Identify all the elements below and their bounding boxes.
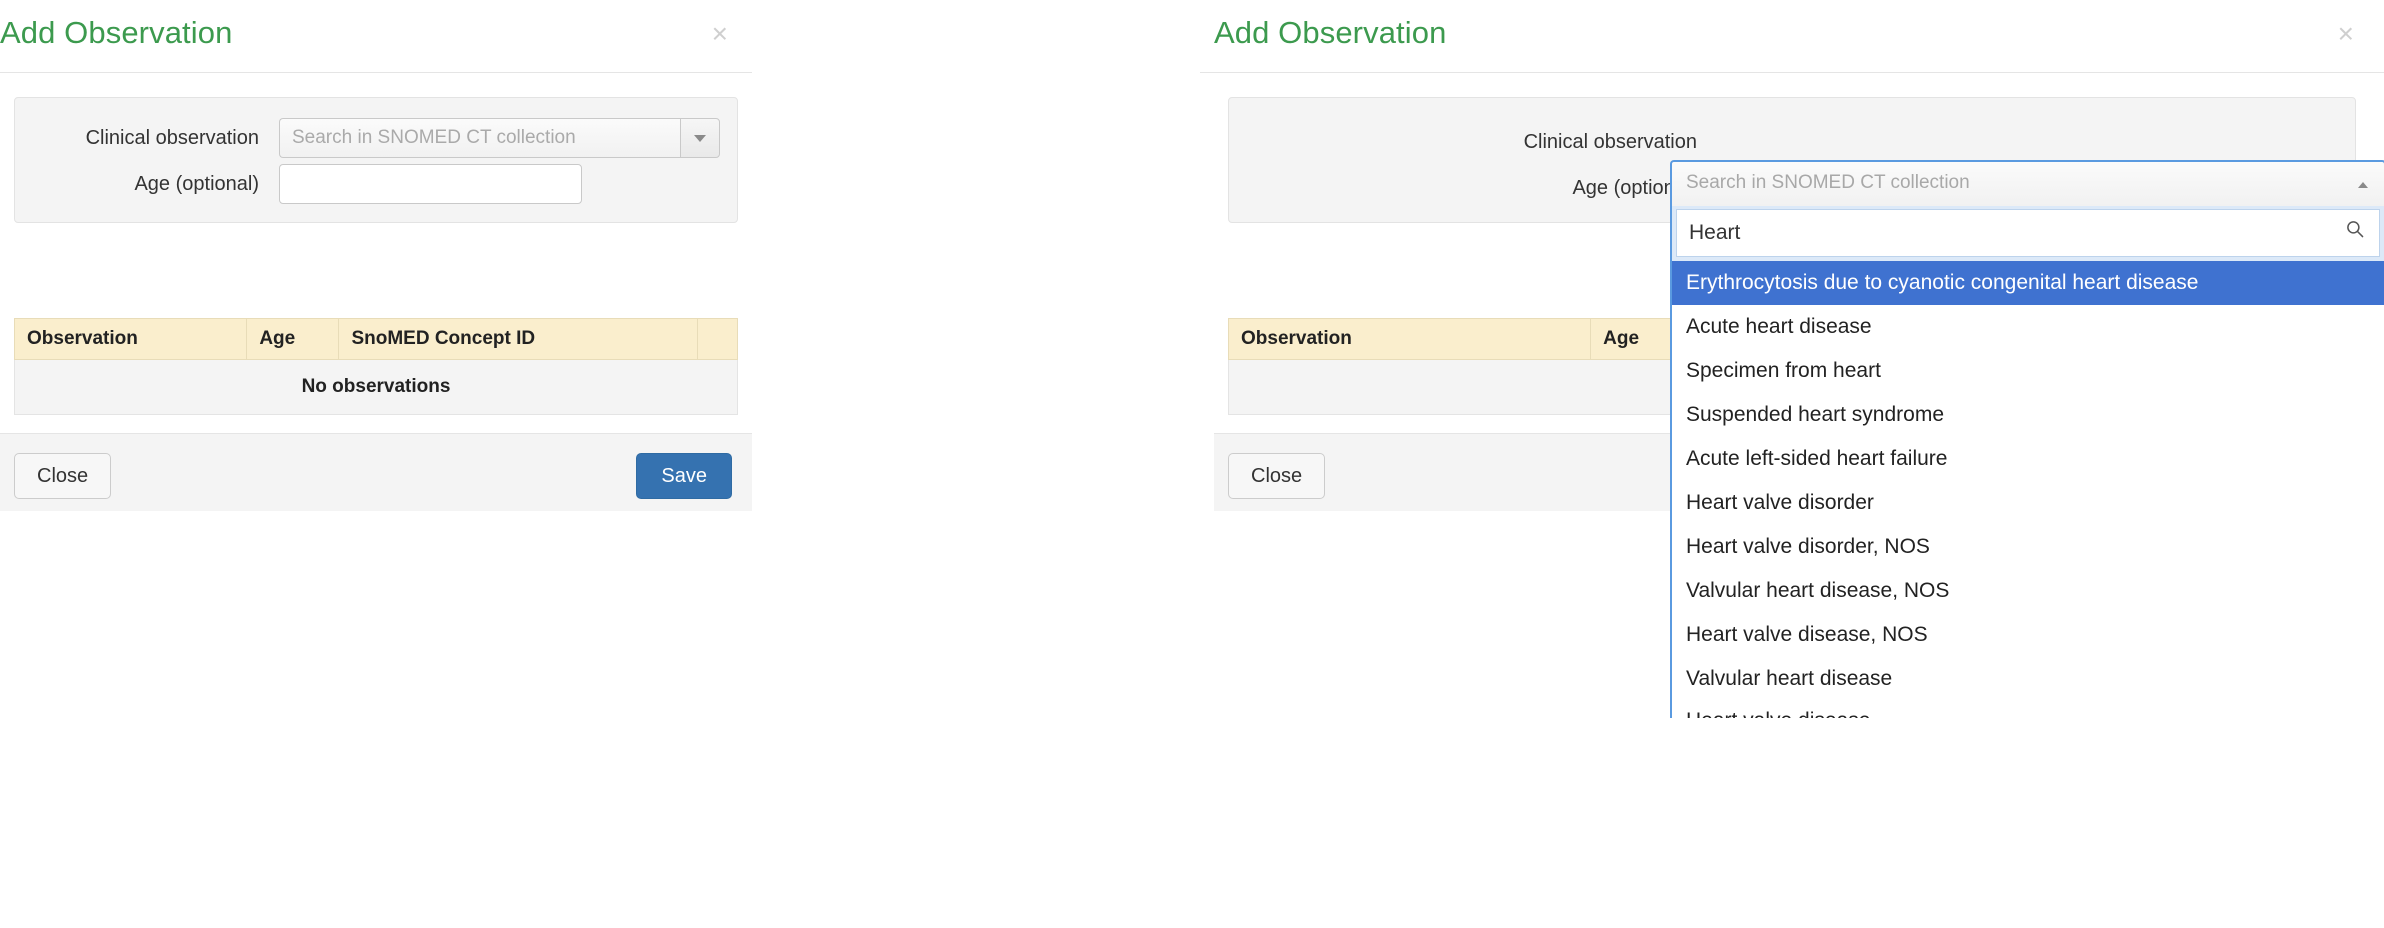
typeahead-face[interactable]: Search in SNOMED CT collection	[1670, 160, 2384, 206]
typeahead-option-list[interactable]: Erythrocytosis due to cyanotic congenita…	[1670, 261, 2384, 718]
clinical-observation-typeahead[interactable]: Search in SNOMED CT collection Erythrocy…	[1670, 160, 2384, 718]
modal-footer: Close Save	[0, 433, 752, 511]
typeahead-option[interactable]: Acute left-sided heart failure	[1672, 437, 2384, 481]
typeahead-option[interactable]: Heart valve disorder	[1672, 481, 2384, 525]
typeahead-option[interactable]: Erythrocytosis due to cyanotic congenita…	[1672, 261, 2384, 305]
observation-form: Clinical observation Search in SNOMED CT…	[14, 97, 738, 223]
clinical-observation-row: Clinical observation Search in SNOMED CT…	[15, 118, 737, 158]
page-title: Add Observation	[1214, 15, 1447, 50]
typeahead-option[interactable]: Heart valve disease, NOS	[1672, 613, 2384, 657]
chevron-down-icon	[694, 135, 706, 142]
typeahead-option[interactable]: Heart valve disorder, NOS	[1672, 525, 2384, 569]
typeahead-option[interactable]: Valvular heart disease	[1672, 657, 2384, 701]
modal-header: Add Observation ×	[1200, 0, 2384, 73]
age-row: Age (optional)	[15, 164, 737, 204]
clinical-observation-label: Clinical observation	[85, 127, 259, 149]
typeahead-search-wrapper	[1670, 206, 2384, 261]
close-button[interactable]: Close	[1228, 453, 1326, 499]
dropdown-toggle-button[interactable]	[680, 118, 720, 158]
typeahead-option[interactable]: Specimen from heart	[1672, 349, 2384, 393]
typeahead-option-partial[interactable]: Heart valve disease	[1672, 701, 2384, 718]
add-observation-modal-dropdown-open: Add Observation × Clinical observation A…	[1200, 0, 2384, 511]
age-input[interactable]	[279, 164, 582, 204]
table-header-row: Observation Age SnoMED Concept ID	[13, 318, 739, 360]
add-observation-modal-default: Add Observation × Clinical observation S…	[0, 0, 752, 511]
typeahead-option[interactable]: Acute heart disease	[1672, 305, 2384, 349]
clinical-observation-select[interactable]: Search in SNOMED CT collection	[279, 118, 720, 158]
column-header-observation: Observation	[13, 318, 248, 360]
observations-table: Observation Age SnoMED Concept ID No obs…	[13, 318, 739, 415]
no-observations-text: No observations	[14, 359, 738, 415]
table-row: No observations	[14, 359, 738, 415]
clinical-observation-placeholder: Search in SNOMED CT collection	[279, 118, 680, 158]
typeahead-option[interactable]: Suspended heart syndrome	[1672, 393, 2384, 437]
column-header-age: Age	[246, 318, 340, 360]
clinical-observation-label: Clinical observation	[1523, 131, 1697, 153]
close-icon[interactable]: ×	[2338, 20, 2354, 48]
typeahead-option[interactable]: Valvular heart disease, NOS	[1672, 569, 2384, 613]
search-input[interactable]	[1676, 209, 2380, 257]
typeahead-placeholder-text: Search in SNOMED CT collection	[1686, 172, 1970, 193]
column-header-snomed-concept-id: SnoMED Concept ID	[338, 318, 698, 360]
column-header-actions	[696, 318, 739, 360]
close-icon[interactable]: ×	[712, 20, 728, 48]
age-label: Age (optional)	[134, 173, 259, 195]
save-button[interactable]: Save	[636, 453, 732, 499]
close-button[interactable]: Close	[14, 453, 112, 499]
page-title: Add Observation	[0, 15, 233, 50]
clinical-observation-row: Clinical observation	[1229, 122, 2355, 162]
modal-header: Add Observation ×	[0, 0, 752, 73]
age-label: Age (optional)	[1572, 177, 1697, 199]
screenshot-stage: Add Observation × Clinical observation S…	[0, 0, 2384, 928]
chevron-up-icon	[2358, 182, 2368, 188]
column-header-observation: Observation	[1227, 318, 1592, 360]
